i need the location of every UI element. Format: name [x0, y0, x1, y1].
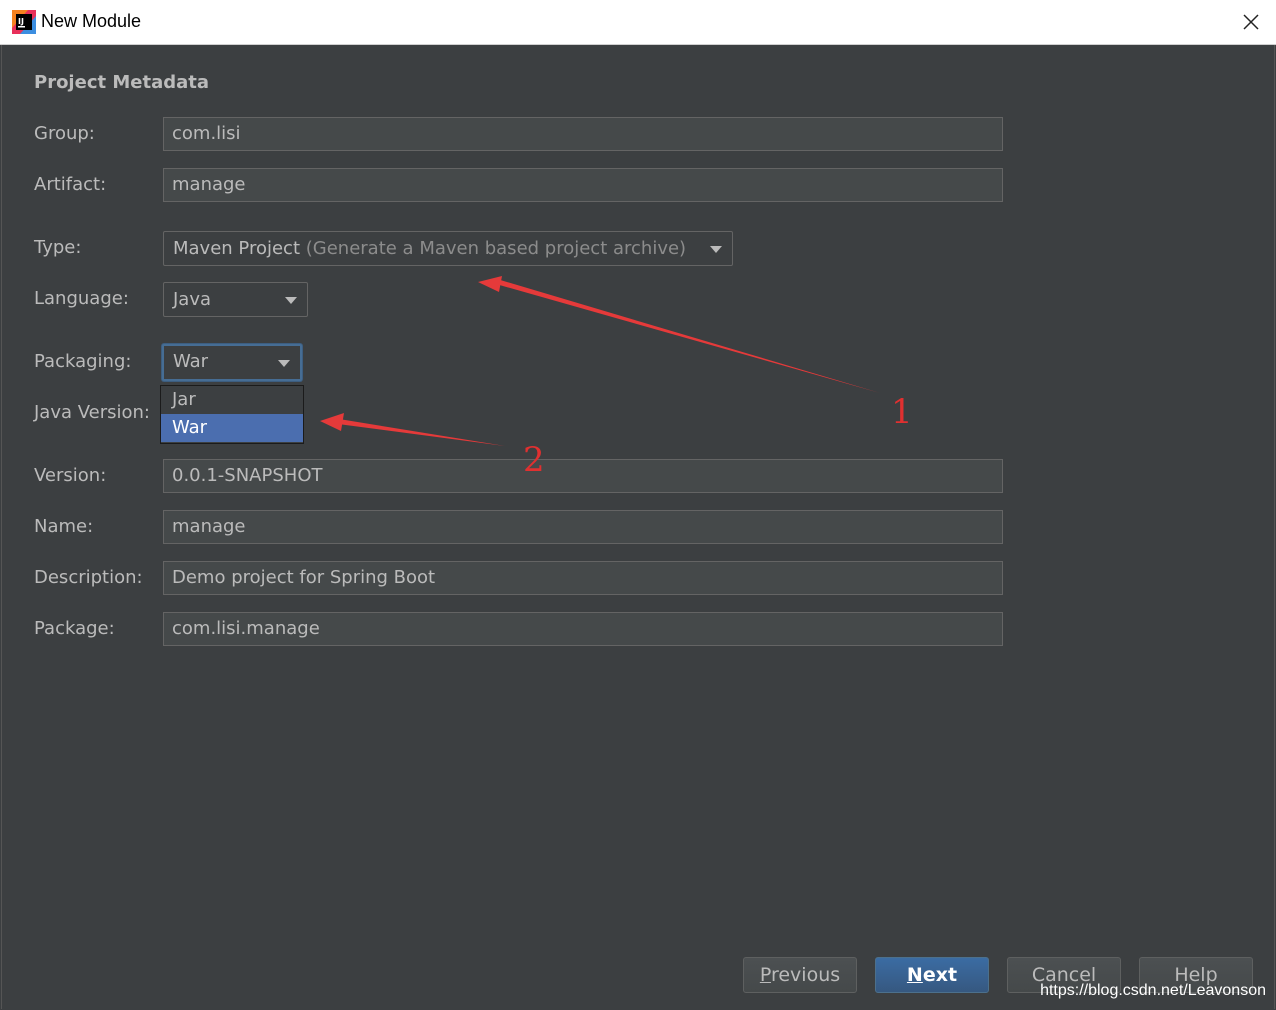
group-label: Group:	[34, 123, 95, 144]
section-title: Project Metadata	[34, 72, 210, 93]
language-value: Java	[173, 289, 212, 310]
packaging-option-jar[interactable]: Jar	[161, 386, 303, 414]
intellij-icon: IJ	[12, 10, 36, 34]
language-combo[interactable]: Java	[163, 282, 308, 317]
previous-button[interactable]: Previous	[743, 957, 857, 993]
next-button[interactable]: Next	[875, 957, 989, 993]
type-value: Maven Project	[173, 238, 301, 259]
type-combo[interactable]: Maven Project (Generate a Maven based pr…	[163, 231, 733, 266]
next-mnemonic: N	[906, 964, 923, 986]
window-title: New Module	[41, 11, 142, 31]
version-field[interactable]: 0.0.1-SNAPSHOT	[163, 459, 1003, 493]
version-label: Version:	[34, 465, 107, 486]
package-field[interactable]: com.lisi.manage	[163, 612, 1003, 646]
artifact-field[interactable]: manage	[163, 168, 1003, 202]
type-label: Type:	[34, 237, 82, 258]
packaging-combo[interactable]: War	[162, 344, 302, 381]
chevron-down-icon	[285, 297, 297, 304]
close-icon	[1243, 14, 1259, 30]
chevron-down-icon	[278, 360, 290, 367]
group-field[interactable]: com.lisi	[163, 117, 1003, 151]
annotation-number-2: 2	[523, 440, 545, 480]
packaging-option-war[interactable]: War	[161, 414, 303, 442]
next-label: ext	[922, 964, 958, 986]
previous-label: revious	[770, 964, 841, 986]
package-label: Package:	[34, 618, 115, 639]
annotation-number-1: 1	[891, 392, 913, 432]
description-label: Description:	[34, 567, 143, 588]
chevron-down-icon	[710, 246, 722, 253]
language-label: Language:	[34, 288, 129, 309]
packaging-label: Packaging:	[34, 351, 132, 372]
java-version-label: Java Version:	[34, 402, 150, 423]
watermark-text: https://blog.csdn.net/Leavonson	[1040, 982, 1266, 999]
previous-mnemonic: P	[759, 964, 771, 986]
packaging-dropdown-list: Jar War	[160, 385, 304, 444]
description-field[interactable]: Demo project for Spring Boot	[163, 561, 1003, 595]
artifact-label: Artifact:	[34, 174, 107, 195]
packaging-value: War	[173, 351, 209, 372]
type-hint: (Generate a Maven based project archive)	[305, 238, 687, 259]
svg-text:IJ: IJ	[18, 17, 24, 26]
name-field[interactable]: manage	[163, 510, 1003, 544]
close-button[interactable]	[1226, 0, 1276, 44]
name-label: Name:	[34, 516, 94, 537]
title-bar: IJ New Module	[0, 0, 1276, 45]
